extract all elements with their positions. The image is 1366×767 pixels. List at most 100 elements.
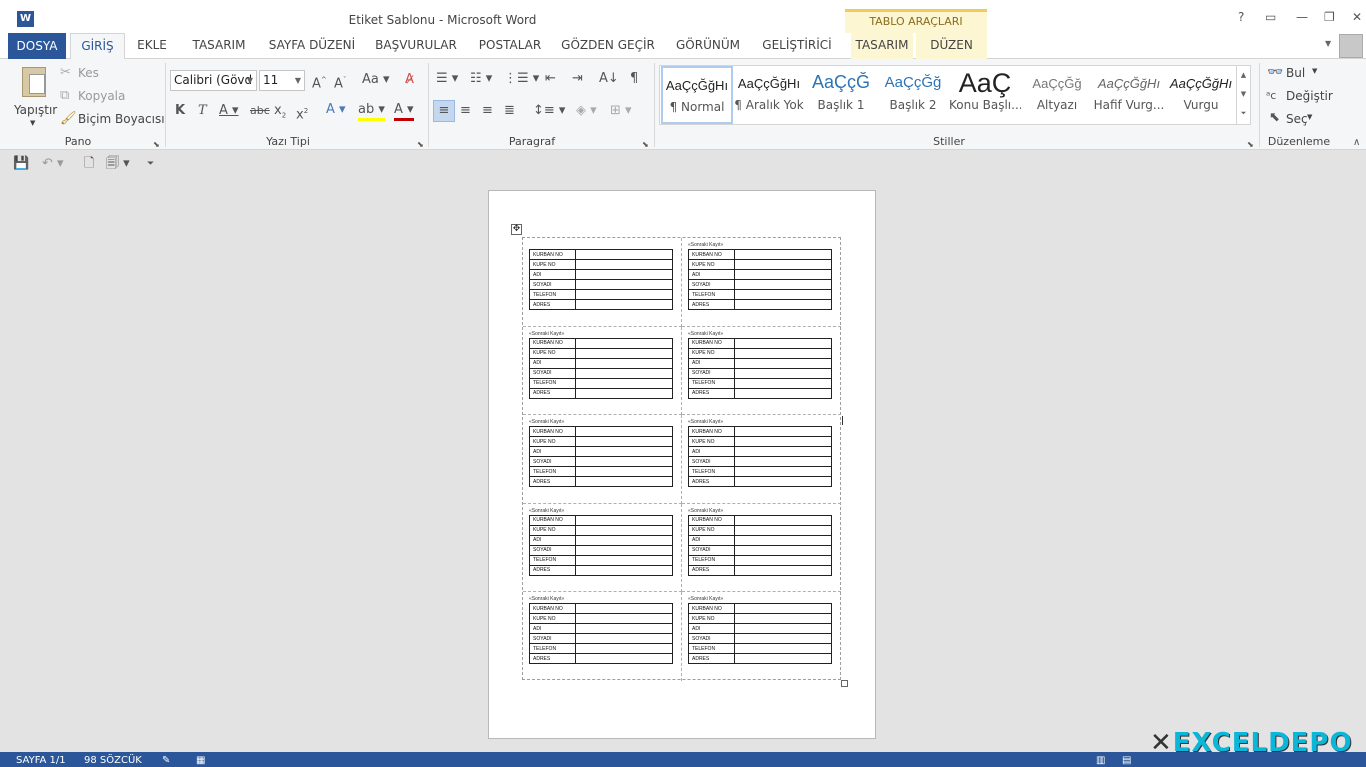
find-dropdown-icon[interactable]: ▼ [1312, 67, 1317, 75]
field-value[interactable] [734, 347, 832, 359]
field-label[interactable]: KURBAN NO [529, 249, 576, 260]
field-value[interactable] [575, 249, 673, 260]
document-page[interactable]: ✥ KURBAN NO KUPE NO ADI SOYADI TELEFON ADRES «… [488, 190, 876, 739]
label-cell[interactable]: «Sonraki Kayıt» KURBAN NO KUPE NO ADI SOYADI… [523, 503, 682, 593]
field-label[interactable]: TELEFON [688, 289, 735, 300]
macro-icon[interactable]: ▦ [196, 755, 205, 766]
field-value[interactable] [734, 426, 832, 438]
label-cell[interactable]: «Sonraki Kayıt» KURBAN NO KUPE NO ADI SOYADI… [523, 592, 682, 681]
field-label[interactable]: SOYADI [688, 367, 735, 379]
numbering-icon[interactable]: ☷ ▾ [470, 71, 492, 87]
field-value[interactable] [734, 514, 832, 526]
shading-icon[interactable]: ◈ ▾ [576, 103, 597, 119]
field-label[interactable]: ADI [688, 357, 735, 369]
field-value[interactable] [575, 259, 673, 270]
align-center-icon[interactable]: ≡ [460, 103, 471, 119]
customize-qat-icon[interactable]: ⏷ [147, 156, 154, 172]
copy-button[interactable]: Kopyala [78, 89, 125, 103]
field-value[interactable] [734, 299, 832, 310]
field-value[interactable] [734, 377, 832, 389]
label-cell[interactable]: «Sonraki Kayıt» KURBAN NO KUPE NO ADI SOYADI… [682, 415, 841, 504]
tab-table-layout[interactable]: DÜZEN [916, 33, 987, 59]
field-label[interactable]: TELEFON [529, 554, 576, 566]
field-value[interactable] [734, 446, 832, 458]
field-label[interactable]: KURBAN NO [688, 603, 735, 615]
field-value[interactable] [575, 377, 673, 389]
field-value[interactable] [734, 544, 832, 556]
print-layout-icon[interactable]: ▤ [1122, 755, 1131, 766]
grow-font-icon[interactable]: A^ [312, 72, 327, 92]
field-value[interactable] [575, 603, 673, 615]
field-label[interactable]: ADI [688, 534, 735, 546]
sort-icon[interactable]: A↓ [599, 71, 619, 87]
show-marks-icon[interactable]: ¶ [630, 71, 638, 87]
label-cell[interactable]: «Sonraki Kayıt» KURBAN NO KUPE NO ADI SOYADI… [682, 592, 841, 681]
field-label[interactable]: SOYADI [529, 367, 576, 379]
style-heading-2[interactable]: AaÇçĞğ Başlık 2 [877, 66, 949, 124]
field-label[interactable]: TELEFON [688, 466, 735, 478]
field-value[interactable] [575, 524, 673, 536]
field-label[interactable]: ADRES [529, 387, 576, 399]
new-document-icon[interactable]: 🗋 [84, 156, 94, 172]
field-label[interactable]: KURBAN NO [688, 249, 735, 260]
label-cell[interactable]: «Sonraki Kayıt» KURBAN NO KUPE NO ADI SOYADI… [523, 326, 682, 416]
cut-button[interactable]: Kes [78, 66, 99, 80]
field-label[interactable]: ADRES [529, 299, 576, 310]
style-heading-1[interactable]: AaÇçĞ Başlık 1 [805, 66, 877, 124]
tab-mailings[interactable]: POSTALAR [475, 33, 545, 59]
label-cell[interactable]: «Sonraki Kayıt» KURBAN NO KUPE NO ADI SOYADI… [682, 327, 841, 416]
close-icon[interactable]: ✕ [1352, 10, 1362, 24]
style-subtitle[interactable]: AaÇçĞğ Altyazı [1021, 66, 1093, 124]
field-value[interactable] [575, 289, 673, 300]
field-value[interactable] [734, 524, 832, 536]
text-effects-icon[interactable]: A ▾ [326, 102, 346, 118]
borders-icon[interactable]: ⊞ ▾ [610, 103, 632, 119]
field-label[interactable]: ADRES [529, 564, 576, 576]
field-label[interactable]: ADRES [688, 564, 735, 576]
field-value[interactable] [575, 357, 673, 369]
field-value[interactable] [575, 476, 673, 488]
field-label[interactable]: KUPE NO [529, 436, 576, 448]
field-value[interactable] [734, 564, 832, 576]
field-label[interactable]: KUPE NO [688, 259, 735, 270]
field-value[interactable] [734, 466, 832, 478]
field-value[interactable] [734, 643, 832, 655]
field-label[interactable]: ADI [529, 623, 576, 635]
field-value[interactable] [575, 564, 673, 576]
field-value[interactable] [734, 367, 832, 379]
field-label[interactable]: ADI [529, 357, 576, 369]
tab-review[interactable]: GÖZDEN GEÇİR [561, 33, 655, 59]
field-label[interactable]: SOYADI [688, 544, 735, 556]
field-value[interactable] [575, 544, 673, 556]
field-value[interactable] [575, 466, 673, 478]
format-painter-button[interactable]: Biçim Boyacısı [78, 112, 165, 126]
field-value[interactable] [575, 269, 673, 280]
field-label[interactable]: ADI [529, 534, 576, 546]
gallery-scroll[interactable]: ▲ ▼ ⏷ [1236, 66, 1250, 124]
field-value[interactable] [734, 623, 832, 635]
field-value[interactable] [575, 456, 673, 468]
font-size-combo[interactable]: 11 ▼ [259, 70, 305, 91]
justify-icon[interactable]: ≣ [504, 103, 515, 119]
field-value[interactable] [575, 337, 673, 349]
change-case-icon[interactable]: Aa ▾ [362, 72, 390, 88]
field-value[interactable] [575, 633, 673, 645]
tab-design[interactable]: TASARIM [188, 33, 250, 59]
field-label[interactable]: TELEFON [529, 466, 576, 478]
field-label[interactable]: ADI [688, 269, 735, 280]
field-label[interactable]: KUPE NO [529, 524, 576, 536]
field-value[interactable] [575, 554, 673, 566]
field-label[interactable]: ADI [688, 623, 735, 635]
tab-references[interactable]: BAŞVURULAR [374, 33, 458, 59]
align-left-icon[interactable]: ≡ [433, 100, 455, 122]
field-value[interactable] [575, 426, 673, 438]
collapse-ribbon-icon[interactable]: ∧ [1353, 135, 1360, 151]
ribbon-display-icon[interactable]: ▭ [1265, 10, 1276, 24]
select-dropdown-icon[interactable]: ▼ [1307, 113, 1312, 121]
field-label[interactable]: KUPE NO [688, 524, 735, 536]
field-label[interactable]: KUPE NO [688, 436, 735, 448]
style-normal[interactable]: AaÇçĞğHı ¶ Normal [661, 66, 733, 124]
field-label[interactable]: ADRES [688, 387, 735, 399]
label-cell[interactable]: «Sonraki Kayıt» KURBAN NO KUPE NO ADI SOYADI… [682, 504, 841, 593]
field-label[interactable]: KUPE NO [529, 347, 576, 359]
